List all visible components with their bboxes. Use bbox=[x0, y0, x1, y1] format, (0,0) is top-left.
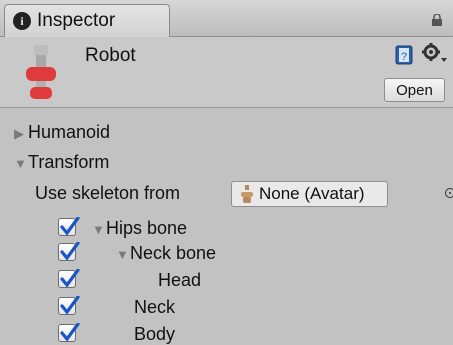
collapse-arrow-icon[interactable]: ▼ bbox=[92, 222, 106, 237]
lock-icon[interactable] bbox=[431, 14, 443, 26]
open-button[interactable]: Open bbox=[384, 78, 445, 102]
checkbox-head[interactable] bbox=[58, 269, 80, 288]
bone-row-head: Head bbox=[158, 270, 202, 290]
expand-arrow-icon: ▶ bbox=[14, 126, 24, 141]
info-icon: i bbox=[13, 12, 31, 30]
tab-inspector[interactable]: i Inspector bbox=[4, 4, 170, 37]
checkmark-icon bbox=[60, 323, 80, 342]
section-label: Humanoid bbox=[28, 122, 111, 142]
section-transform[interactable]: ▼Transform bbox=[14, 152, 109, 173]
checkbox-neck-bone[interactable] bbox=[58, 242, 80, 261]
bone-label: Hips bone bbox=[106, 218, 188, 238]
skeleton-object-field[interactable]: None (Avatar) bbox=[231, 181, 388, 207]
object-picker-icon[interactable] bbox=[445, 188, 453, 198]
svg-text:?: ? bbox=[401, 51, 407, 63]
collapse-arrow-icon[interactable]: ▼ bbox=[116, 247, 130, 262]
checkmark-icon bbox=[60, 269, 80, 288]
gear-icon[interactable] bbox=[422, 43, 448, 65]
skeleton-value: None (Avatar) bbox=[259, 184, 365, 203]
object-name: Robot bbox=[85, 45, 136, 66]
collapse-arrow-icon: ▼ bbox=[14, 156, 27, 171]
avatar-small-icon bbox=[241, 185, 253, 203]
section-label: Transform bbox=[28, 152, 110, 172]
bone-label: Neck bone bbox=[130, 243, 217, 263]
checkmark-icon bbox=[60, 242, 80, 261]
bone-row-neck: Neck bbox=[134, 297, 176, 317]
section-humanoid[interactable]: ▶ Humanoid bbox=[14, 122, 110, 143]
checkbox-neck[interactable] bbox=[58, 296, 80, 315]
checkbox-body[interactable] bbox=[58, 323, 80, 342]
tab-bar: i Inspector bbox=[0, 0, 453, 37]
tab-label: Inspector bbox=[37, 10, 116, 31]
checkmark-icon bbox=[60, 217, 80, 236]
avatar-icon bbox=[26, 45, 56, 99]
checkbox-hips-bone[interactable] bbox=[58, 217, 80, 236]
help-book-icon[interactable]: ? bbox=[395, 45, 413, 65]
bone-row-neck-bone: ▼Neck bone bbox=[116, 243, 216, 264]
object-header: Robot ? Open bbox=[0, 37, 453, 108]
bone-row-hips: ▼Hips bone bbox=[92, 218, 187, 239]
checkmark-icon bbox=[60, 296, 80, 315]
skeleton-label: Use skeleton from bbox=[35, 183, 181, 203]
